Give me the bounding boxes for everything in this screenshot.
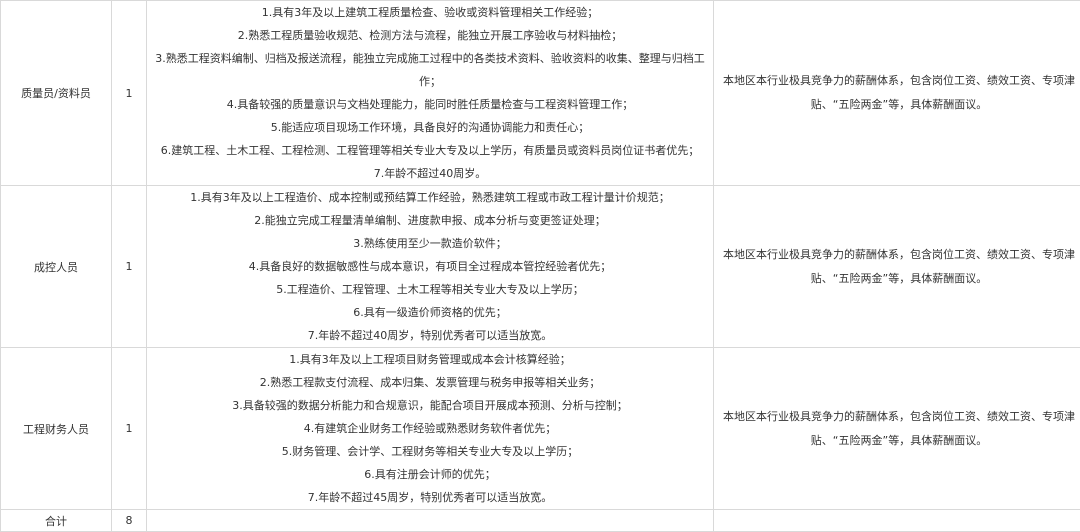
- requirement-item: 5.工程造价、工程管理、土木工程等相关专业大专及以上学历；: [147, 278, 713, 301]
- total-label: 合计: [1, 510, 112, 532]
- requirement-item: 6.建筑工程、土木工程、工程检测、工程管理等相关专业大专及以上学历，有质量员或资…: [147, 139, 713, 162]
- requirement-item: 7.年龄不超过40周岁，特别优秀者可以适当放宽。: [147, 324, 713, 347]
- requirement-item: 3.熟练使用至少一款造价软件；: [147, 232, 713, 255]
- salary-description: 本地区本行业极具竞争力的薪酬体系，包含岗位工资、绩效工资、专项津贴、“五险两金”…: [714, 186, 1080, 348]
- position-name: 成控人员: [1, 186, 112, 348]
- requirement-item: 3.熟悉工程资料编制、归档及报送流程，能独立完成施工过程中的各类技术资料、验收资…: [147, 47, 713, 93]
- requirement-item: 6.具有一级造价师资格的优先；: [147, 301, 713, 324]
- headcount: 1: [112, 348, 147, 510]
- salary-description: 本地区本行业极具竞争力的薪酬体系，包含岗位工资、绩效工资、专项津贴、“五险两金”…: [714, 348, 1080, 510]
- requirement-item: 1.具有3年及以上工程项目财务管理或成本会计核算经验；: [147, 348, 713, 371]
- requirement-item: 4.具备良好的数据敏感性与成本意识，有项目全过程成本管控经验者优先；: [147, 255, 713, 278]
- total-count: 8: [112, 510, 147, 532]
- requirements-cell: 1.具有3年及以上工程造价、成本控制或预结算工作经验，熟悉建筑工程或市政工程计量…: [147, 186, 714, 348]
- empty-cell: [714, 510, 1080, 532]
- position-name: 质量员/资料员: [1, 1, 112, 186]
- requirement-item: 1.具有3年及以上建筑工程质量检查、验收或资料管理相关工作经验；: [147, 1, 713, 24]
- position-name: 工程财务人员: [1, 348, 112, 510]
- empty-cell: [147, 510, 714, 532]
- table-row: 成控人员 1 1.具有3年及以上工程造价、成本控制或预结算工作经验，熟悉建筑工程…: [1, 186, 1080, 348]
- requirements-cell: 1.具有3年及以上建筑工程质量检查、验收或资料管理相关工作经验； 2.熟悉工程质…: [147, 1, 714, 186]
- table-row: 质量员/资料员 1 1.具有3年及以上建筑工程质量检查、验收或资料管理相关工作经…: [1, 1, 1080, 186]
- requirements-cell: 1.具有3年及以上工程项目财务管理或成本会计核算经验； 2.熟悉工程款支付流程、…: [147, 348, 714, 510]
- requirement-item: 5.财务管理、会计学、工程财务等相关专业大专及以上学历；: [147, 440, 713, 463]
- table-row: 工程财务人员 1 1.具有3年及以上工程项目财务管理或成本会计核算经验； 2.熟…: [1, 348, 1080, 510]
- requirement-item: 2.熟悉工程质量验收规范、检测方法与流程，能独立开展工序验收与材料抽检；: [147, 24, 713, 47]
- requirement-item: 4.具备较强的质量意识与文档处理能力，能同时胜任质量检查与工程资料管理工作；: [147, 93, 713, 116]
- requirement-item: 1.具有3年及以上工程造价、成本控制或预结算工作经验，熟悉建筑工程或市政工程计量…: [147, 186, 713, 209]
- requirement-item: 3.具备较强的数据分析能力和合规意识，能配合项目开展成本预测、分析与控制；: [147, 394, 713, 417]
- total-row: 合计 8: [1, 510, 1080, 532]
- headcount: 1: [112, 186, 147, 348]
- requirement-item: 7.年龄不超过40周岁。: [147, 162, 713, 185]
- requirement-item: 4.有建筑企业财务工作经验或熟悉财务软件者优先；: [147, 417, 713, 440]
- requirement-item: 5.能适应项目现场工作环境，具备良好的沟通协调能力和责任心；: [147, 116, 713, 139]
- requirement-item: 7.年龄不超过45周岁，特别优秀者可以适当放宽。: [147, 486, 713, 509]
- headcount: 1: [112, 1, 147, 186]
- requirement-item: 2.能独立完成工程量清单编制、进度款申报、成本分析与变更签证处理；: [147, 209, 713, 232]
- salary-description: 本地区本行业极具竞争力的薪酬体系，包含岗位工资、绩效工资、专项津贴、“五险两金”…: [714, 1, 1080, 186]
- requirement-item: 2.熟悉工程款支付流程、成本归集、发票管理与税务申报等相关业务；: [147, 371, 713, 394]
- requirement-item: 6.具有注册会计师的优先；: [147, 463, 713, 486]
- recruitment-table: 质量员/资料员 1 1.具有3年及以上建筑工程质量检查、验收或资料管理相关工作经…: [0, 0, 1080, 532]
